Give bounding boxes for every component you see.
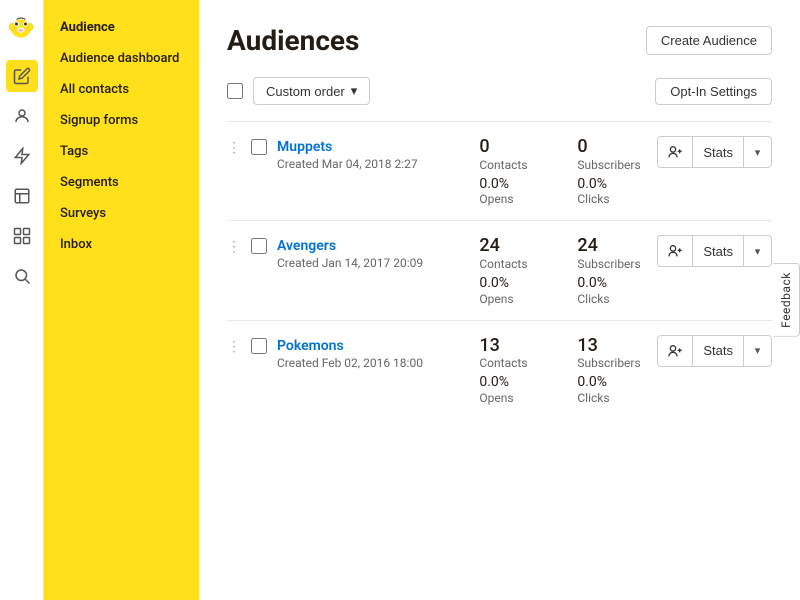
audience-info-0: Muppets Created Mar 04, 2018 2:27 [277, 136, 469, 171]
subscribers-number-0: 0 [577, 136, 647, 158]
main-header: Audiences Create Audience [227, 24, 772, 57]
audience-name-1[interactable]: Avengers [277, 238, 336, 254]
audience-stats-0: 0 Contacts 0.0% Opens 0 Subscribers 0.0%… [479, 136, 647, 206]
clicks-label-2: Clicks [577, 391, 647, 405]
subscribers-label-0: Subscribers [577, 158, 647, 172]
row-actions-0: Stats ▾ [657, 136, 772, 168]
icon-bar-contacts[interactable] [6, 100, 38, 132]
contacts-number-1: 24 [479, 235, 549, 257]
audience-stats-1: 24 Contacts 0.0% Opens 24 Subscribers 0.… [479, 235, 647, 305]
opens-label-0: Opens [479, 192, 549, 206]
stats-button-1[interactable]: Stats [693, 235, 744, 267]
stats-dropdown-button-2[interactable]: ▾ [744, 335, 772, 367]
sidebar-item-audience[interactable]: Audience [44, 12, 199, 43]
icon-bar [0, 0, 44, 600]
stats-button-2[interactable]: Stats [693, 335, 744, 367]
icon-bar-automation[interactable] [6, 140, 38, 172]
sidebar-item-audience-dashboard[interactable]: Audience dashboard [44, 43, 199, 74]
audience-row: ⋮ Avengers Created Jan 14, 2017 20:09 24… [227, 220, 772, 319]
contacts-number-2: 13 [479, 335, 549, 357]
toolbar-left: Custom order ▾ [227, 77, 370, 105]
audience-info-1: Avengers Created Jan 14, 2017 20:09 [277, 235, 469, 270]
subscribers-label-1: Subscribers [577, 257, 647, 271]
toolbar: Custom order ▾ Opt-In Settings [227, 77, 772, 105]
stats-dropdown-button-0[interactable]: ▾ [744, 136, 772, 168]
clicks-label-1: Clicks [577, 292, 647, 306]
contacts-label-2: Contacts [479, 356, 549, 370]
subscribers-label-2: Subscribers [577, 356, 647, 370]
clicks-pct-1: 0.0% [577, 275, 647, 292]
sort-order-label: Custom order [266, 84, 345, 99]
sidebar-item-all-contacts[interactable]: All contacts [44, 74, 199, 105]
stats-dropdown-button-1[interactable]: ▾ [744, 235, 772, 267]
contacts-stat-2: 13 Contacts 0.0% Opens [479, 335, 549, 405]
audience-stats-2: 13 Contacts 0.0% Opens 13 Subscribers 0.… [479, 335, 647, 405]
sidebar-item-segments[interactable]: Segments [44, 167, 199, 198]
page-title: Audiences [227, 24, 359, 57]
app-logo[interactable] [6, 12, 38, 44]
contacts-label-1: Contacts [479, 257, 549, 271]
main-content: Audiences Create Audience Custom order ▾… [199, 0, 800, 600]
add-contact-button-1[interactable] [657, 235, 693, 267]
opens-label-1: Opens [479, 292, 549, 306]
clicks-pct-0: 0.0% [577, 176, 647, 193]
sidebar-item-surveys[interactable]: Surveys [44, 198, 199, 229]
sidebar: Audience Audience dashboard All contacts… [44, 0, 199, 600]
audience-name-2[interactable]: Pokemons [277, 338, 344, 354]
subscribers-number-1: 24 [577, 235, 647, 257]
audience-created-0: Created Mar 04, 2018 2:27 [277, 157, 469, 171]
audiences-list: ⋮ Muppets Created Mar 04, 2018 2:27 0 Co… [227, 121, 772, 419]
audience-row: ⋮ Muppets Created Mar 04, 2018 2:27 0 Co… [227, 121, 772, 220]
audience-created-2: Created Feb 02, 2016 18:00 [277, 356, 469, 370]
opens-pct-0: 0.0% [479, 176, 549, 193]
row-checkbox-1[interactable] [251, 238, 267, 254]
contacts-stat-1: 24 Contacts 0.0% Opens [479, 235, 549, 305]
sort-order-button[interactable]: Custom order ▾ [253, 77, 370, 105]
audience-info-2: Pokemons Created Feb 02, 2016 18:00 [277, 335, 469, 370]
select-all-checkbox[interactable] [227, 83, 243, 99]
drag-handle-icon[interactable]: ⋮ [227, 136, 241, 156]
contacts-stat-0: 0 Contacts 0.0% Opens [479, 136, 549, 206]
feedback-button[interactable]: Feedback [773, 263, 800, 337]
opt-in-settings-button[interactable]: Opt-In Settings [655, 78, 772, 105]
drag-handle-icon[interactable]: ⋮ [227, 335, 241, 355]
audience-row: ⋮ Pokemons Created Feb 02, 2016 18:00 13… [227, 320, 772, 419]
sidebar-item-inbox[interactable]: Inbox [44, 229, 199, 260]
icon-bar-search[interactable] [6, 260, 38, 292]
subscribers-number-2: 13 [577, 335, 647, 357]
clicks-label-0: Clicks [577, 192, 647, 206]
add-contact-button-2[interactable] [657, 335, 693, 367]
subscribers-stat-1: 24 Subscribers 0.0% Clicks [577, 235, 647, 305]
icon-bar-integrations[interactable] [6, 220, 38, 252]
row-checkbox-2[interactable] [251, 338, 267, 354]
opens-pct-2: 0.0% [479, 374, 549, 391]
row-checkbox-0[interactable] [251, 139, 267, 155]
add-contact-button-0[interactable] [657, 136, 693, 168]
audience-name-0[interactable]: Muppets [277, 139, 332, 155]
row-actions-1: Stats ▾ [657, 235, 772, 267]
opens-label-2: Opens [479, 391, 549, 405]
subscribers-stat-2: 13 Subscribers 0.0% Clicks [577, 335, 647, 405]
opens-pct-1: 0.0% [479, 275, 549, 292]
row-actions-2: Stats ▾ [657, 335, 772, 367]
drag-handle-icon[interactable]: ⋮ [227, 235, 241, 255]
audience-created-1: Created Jan 14, 2017 20:09 [277, 256, 469, 270]
subscribers-stat-0: 0 Subscribers 0.0% Clicks [577, 136, 647, 206]
stats-button-0[interactable]: Stats [693, 136, 744, 168]
clicks-pct-2: 0.0% [577, 374, 647, 391]
sidebar-item-tags[interactable]: Tags [44, 136, 199, 167]
contacts-number-0: 0 [479, 136, 549, 158]
create-audience-button[interactable]: Create Audience [646, 26, 772, 55]
feedback-wrapper: Feedback [773, 263, 800, 337]
contacts-label-0: Contacts [479, 158, 549, 172]
sort-chevron-icon: ▾ [351, 83, 358, 99]
icon-bar-templates[interactable] [6, 180, 38, 212]
sidebar-item-signup-forms[interactable]: Signup forms [44, 105, 199, 136]
icon-bar-audience[interactable] [6, 60, 38, 92]
